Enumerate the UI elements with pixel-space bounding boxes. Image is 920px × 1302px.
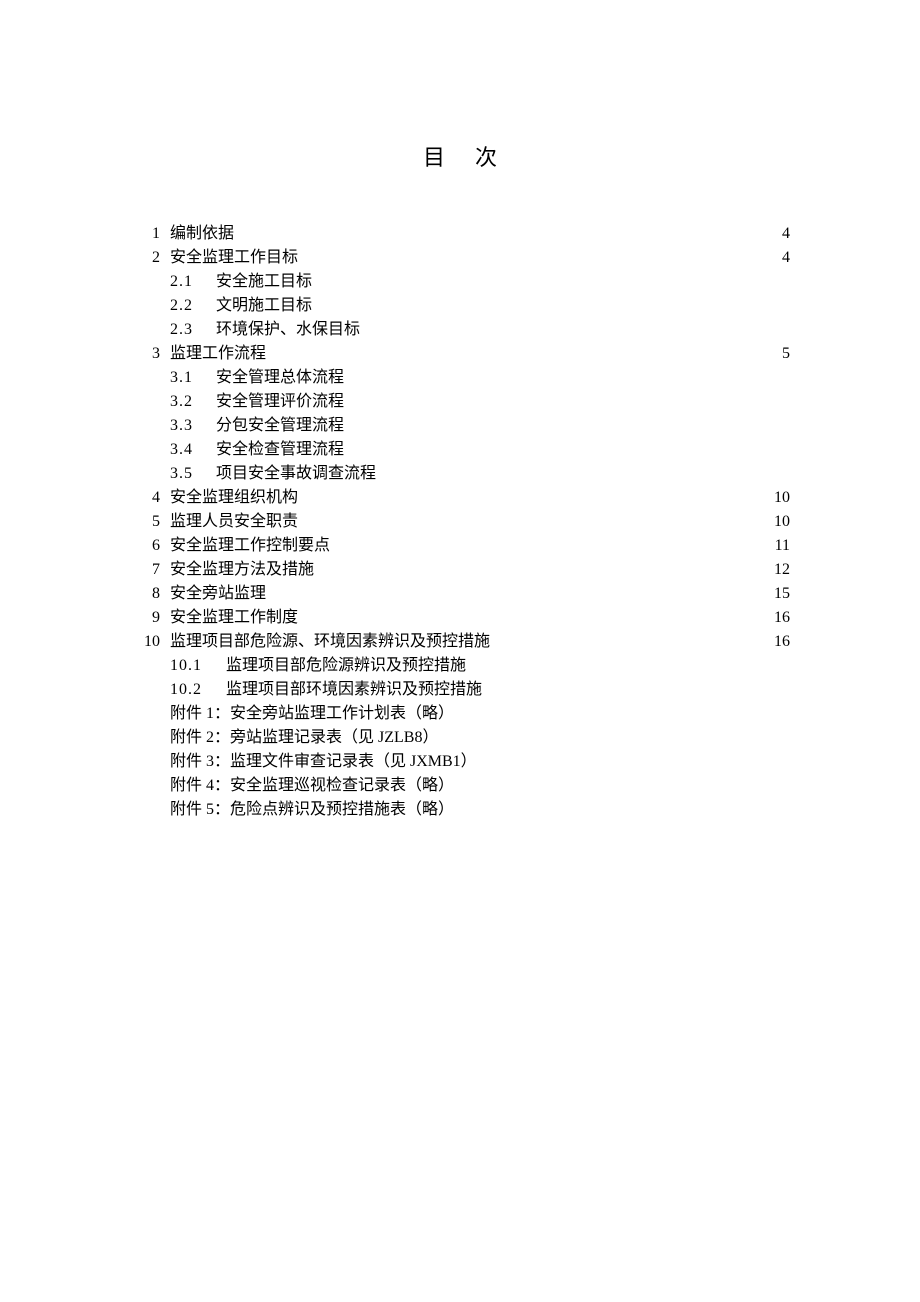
toc-entry-label: 安全监理工作制度 [170,606,750,630]
toc-entry-page: 16 [750,606,790,630]
toc-sub-entry-number: 10.2 [170,678,226,702]
toc-sub-entry: 2.1安全施工目标 [130,270,790,294]
toc-entry-page: 10 [750,486,790,510]
toc-entry-page: 11 [750,534,790,558]
toc-sub-entry: 3.1安全管理总体流程 [130,366,790,390]
toc-sub-entry-number: 3.5 [170,462,216,486]
toc-entry-number: 7 [130,558,170,582]
toc-entry-page: 4 [750,246,790,270]
toc-sub-entry-label: 安全检查管理流程 [216,438,790,462]
toc-attachment: 附件 4：安全监理巡视检查记录表（略） [130,774,790,798]
toc-entry: 8安全旁站监理15 [130,582,790,606]
toc-sub-entry-number: 3.2 [170,390,216,414]
toc-attachment: 附件 1：安全旁站监理工作计划表（略） [130,702,790,726]
toc-entry-label: 监理项目部危险源、环境因素辨识及预控措施 [170,630,750,654]
toc-sub-entry: 3.5项目安全事故调查流程 [130,462,790,486]
toc-entry-page: 10 [750,510,790,534]
toc-entry-page: 16 [750,630,790,654]
toc-sub-entry-label: 安全施工目标 [216,270,790,294]
toc-entry: 9安全监理工作制度16 [130,606,790,630]
toc-entry-label: 安全旁站监理 [170,582,750,606]
toc-sub-entry-number: 3.3 [170,414,216,438]
toc-attachment: 附件 3：监理文件审查记录表（见 JXMB1） [130,750,790,774]
toc-sub-entry-number: 2.2 [170,294,216,318]
toc-entry-number: 5 [130,510,170,534]
toc-sub-entry: 3.4安全检查管理流程 [130,438,790,462]
toc-entry: 5监理人员安全职责10 [130,510,790,534]
toc-sub-entry-number: 10.1 [170,654,226,678]
toc-entry-number: 9 [130,606,170,630]
toc-entry: 4安全监理组织机构10 [130,486,790,510]
toc-entry-label: 监理工作流程 [170,342,750,366]
toc-entry: 2安全监理工作目标4 [130,246,790,270]
toc-entry: 10监理项目部危险源、环境因素辨识及预控措施16 [130,630,790,654]
toc-entry-number: 4 [130,486,170,510]
toc-sub-entry-label: 安全管理评价流程 [216,390,790,414]
toc-sub-entry: 3.3分包安全管理流程 [130,414,790,438]
toc-attachment: 附件 5：危险点辨识及预控措施表（略） [130,798,790,822]
page-title: 目次 [40,140,880,172]
toc-sub-entry: 3.2安全管理评价流程 [130,390,790,414]
toc-sub-entry-label: 文明施工目标 [216,294,790,318]
toc-sub-entry: 10.2监理项目部环境因素辨识及预控措施 [130,678,790,702]
toc-sub-entry-number: 2.3 [170,318,216,342]
toc-entry-number: 8 [130,582,170,606]
document-page: 目次 1编制依据42安全监理工作目标42.1安全施工目标2.2文明施工目标2.3… [0,0,920,822]
toc-sub-entry-label: 环境保护、水保目标 [216,318,790,342]
toc-entry-page: 4 [750,222,790,246]
toc-entry-number: 3 [130,342,170,366]
toc-entry: 7安全监理方法及措施12 [130,558,790,582]
toc-sub-entry-label: 监理项目部危险源辨识及预控措施 [226,654,790,678]
toc-entry-number: 6 [130,534,170,558]
toc-sub-entry-label: 分包安全管理流程 [216,414,790,438]
toc-attachment: 附件 2：旁站监理记录表（见 JZLB8） [130,726,790,750]
toc-entry-label: 安全监理方法及措施 [170,558,750,582]
toc-entry-number: 10 [130,630,170,654]
toc-entry-label: 安全监理工作控制要点 [170,534,750,558]
toc-entry-page: 5 [750,342,790,366]
toc-sub-entry-label: 项目安全事故调查流程 [216,462,790,486]
toc-entry: 3监理工作流程5 [130,342,790,366]
toc-entry-label: 编制依据 [170,222,750,246]
toc-sub-entry: 2.2文明施工目标 [130,294,790,318]
toc-entry-page: 15 [750,582,790,606]
toc-entry-number: 2 [130,246,170,270]
toc-sub-entry: 10.1监理项目部危险源辨识及预控措施 [130,654,790,678]
toc-sub-entry-number: 2.1 [170,270,216,294]
toc-sub-entry-label: 监理项目部环境因素辨识及预控措施 [226,678,790,702]
toc-entry-label: 安全监理组织机构 [170,486,750,510]
toc-entry: 1编制依据4 [130,222,790,246]
toc-entry-label: 监理人员安全职责 [170,510,750,534]
toc-sub-entry-number: 3.4 [170,438,216,462]
toc-entry-number: 1 [130,222,170,246]
toc-entry-page: 12 [750,558,790,582]
toc-sub-entry-label: 安全管理总体流程 [216,366,790,390]
table-of-contents: 1编制依据42安全监理工作目标42.1安全施工目标2.2文明施工目标2.3环境保… [40,222,880,822]
toc-entry: 6安全监理工作控制要点11 [130,534,790,558]
toc-sub-entry-number: 3.1 [170,366,216,390]
toc-sub-entry: 2.3环境保护、水保目标 [130,318,790,342]
toc-entry-label: 安全监理工作目标 [170,246,750,270]
